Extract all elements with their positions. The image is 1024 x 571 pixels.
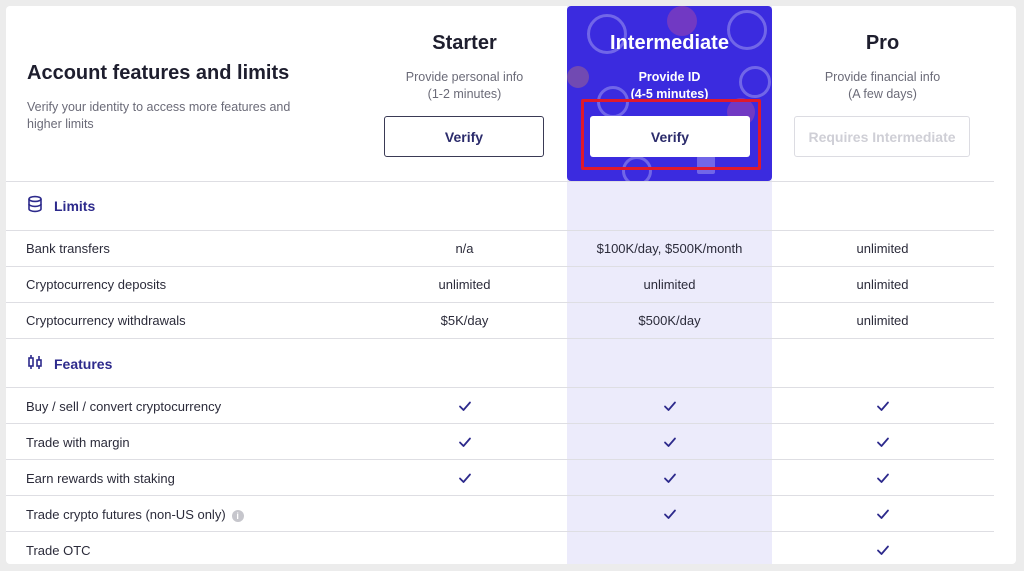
section-label-limits: Limits xyxy=(54,197,96,214)
cell-starter: n/a xyxy=(455,241,474,256)
cell-intermediate: $500K/day xyxy=(638,313,701,328)
feature-row-label: Trade with margin xyxy=(26,435,130,450)
row-label-bank-transfers: Bank transfers xyxy=(26,241,110,256)
checkmark-icon xyxy=(567,507,772,526)
tier-starter: Starter Provide personal info (1-2 minut… xyxy=(362,32,567,103)
divider xyxy=(6,266,994,267)
divider xyxy=(6,531,994,532)
account-features-card: Account features and limits Verify your … xyxy=(6,6,1016,564)
candlestick-chart-icon xyxy=(26,353,44,374)
divider xyxy=(6,338,994,339)
feature-label-text: Trade OTC xyxy=(26,543,91,558)
tier-desc-starter: Provide personal info (1-2 minutes) xyxy=(362,69,567,103)
checkmark-icon xyxy=(780,471,985,490)
tier-desc-intermediate: Provide ID (4-5 minutes) xyxy=(567,69,772,103)
tier-desc-line1: Provide personal info xyxy=(405,70,524,84)
section-limits: Limits xyxy=(26,195,95,216)
feature-row-label: Trade OTC xyxy=(26,543,91,558)
checkmark-icon xyxy=(780,435,985,454)
section-features: Features xyxy=(26,353,112,374)
page-title: Account features and limits xyxy=(27,62,290,84)
tier-name-intermediate: Intermediate xyxy=(610,32,729,54)
divider xyxy=(6,459,994,460)
tier-desc-line1: Provide financial info xyxy=(824,70,941,84)
cell-starter: unlimited xyxy=(438,277,491,292)
checkmark-icon xyxy=(567,399,772,418)
page-subtitle: Verify your identity to access more feat… xyxy=(27,100,291,131)
tier-desc-line2: (A few days) xyxy=(848,87,917,101)
checkmark-icon xyxy=(780,507,985,526)
feature-row-label: Trade crypto futures (non-US only) i xyxy=(26,507,244,522)
tier-desc-line2: (1-2 minutes) xyxy=(427,87,502,101)
cell-intermediate: $100K/day, $500K/month xyxy=(596,241,743,256)
divider xyxy=(6,423,994,424)
tier-pro: Pro Provide financial info (A few days) xyxy=(780,32,985,103)
checkmark-icon xyxy=(362,399,567,418)
checkmark-icon xyxy=(567,471,772,490)
checkmark-icon xyxy=(780,399,985,418)
divider xyxy=(6,495,994,496)
info-icon[interactable]: i xyxy=(231,509,244,522)
checkmark-icon xyxy=(362,435,567,454)
feature-row-label: Buy / sell / convert cryptocurrency xyxy=(26,399,221,414)
checkmark-icon xyxy=(780,543,985,562)
tier-name-pro: Pro xyxy=(865,32,900,54)
divider xyxy=(6,302,994,303)
feature-label-text: Trade crypto futures (non-US only) xyxy=(26,507,226,522)
cell-pro: unlimited xyxy=(856,313,909,328)
annotation-highlight-box xyxy=(581,99,761,170)
row-label-crypto-deposits: Cryptocurrency deposits xyxy=(26,277,167,292)
cell-starter: $5K/day xyxy=(440,313,489,328)
cell-pro: unlimited xyxy=(856,241,909,256)
divider xyxy=(6,230,994,231)
verify-starter-button[interactable]: Verify xyxy=(384,116,544,157)
tier-name-starter: Starter xyxy=(432,32,497,54)
row-label-crypto-withdrawals: Cryptocurrency withdrawals xyxy=(26,313,186,328)
feature-label-text: Trade with margin xyxy=(26,435,130,450)
requires-intermediate-button: Requires Intermediate xyxy=(794,116,970,157)
page-heading-block: Account features and limits Verify your … xyxy=(27,62,327,133)
cell-intermediate: unlimited xyxy=(643,277,696,292)
feature-row-label: Earn rewards with staking xyxy=(26,471,175,486)
database-stack-icon xyxy=(26,195,44,216)
feature-label-text: Buy / sell / convert cryptocurrency xyxy=(26,399,222,414)
divider xyxy=(6,181,994,182)
cell-pro: unlimited xyxy=(856,277,909,292)
section-label-features: Features xyxy=(54,355,113,372)
tier-intermediate: Intermediate Provide ID (4-5 minutes) xyxy=(567,32,772,103)
divider xyxy=(6,387,994,388)
feature-label-text: Earn rewards with staking xyxy=(26,471,175,486)
checkmark-icon xyxy=(362,471,567,490)
checkmark-icon xyxy=(567,435,772,454)
tier-desc-line1: Provide ID xyxy=(638,70,701,84)
tier-desc-pro: Provide financial info (A few days) xyxy=(780,69,985,103)
